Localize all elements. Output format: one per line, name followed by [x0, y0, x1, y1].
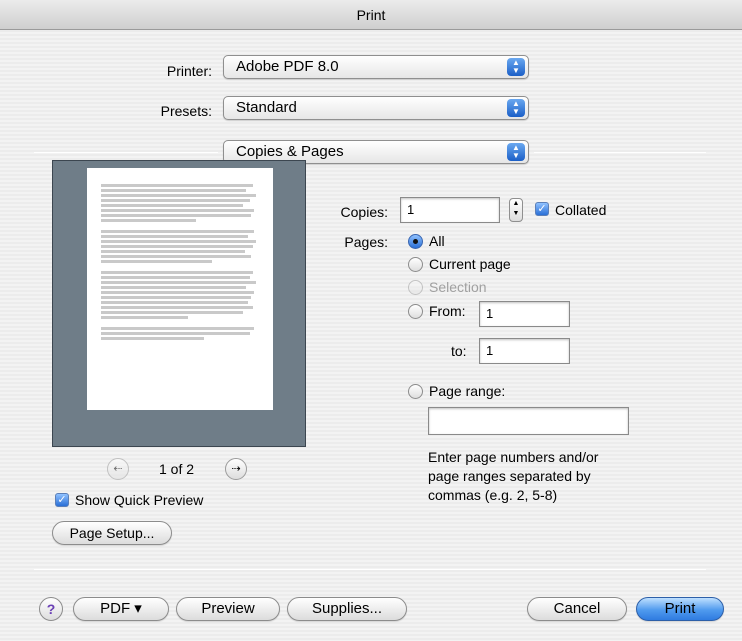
show-quick-preview-checkbox[interactable]: ✓: [55, 493, 69, 507]
next-page-button[interactable]: ⇢: [225, 458, 247, 480]
separator-right: [534, 152, 706, 153]
printer-popup[interactable]: Adobe PDF 8.0 ▲ ▼: [223, 55, 529, 79]
pages-to-label: to:: [451, 343, 467, 359]
pages-all-radio[interactable]: [408, 234, 423, 249]
presets-value: Standard: [236, 99, 297, 116]
copies-label: Copies:: [340, 204, 388, 220]
arrow-right-icon: ⇢: [231, 463, 241, 475]
preview-page: [87, 168, 273, 410]
page-preview: [52, 160, 306, 447]
copies-stepper[interactable]: ▲ ▼: [509, 198, 523, 222]
presets-popup[interactable]: Standard ▲ ▼: [223, 96, 529, 120]
pages-selection-label: Selection: [429, 279, 487, 295]
separator-left: [34, 152, 218, 153]
copies-field[interactable]: 1: [400, 197, 500, 223]
print-button[interactable]: Print: [636, 597, 724, 621]
to-page-field[interactable]: 1: [479, 338, 570, 364]
pages-range-label: Page range:: [429, 383, 506, 399]
window-title: Print: [356, 7, 386, 23]
popup-arrows-icon: ▲ ▼: [507, 143, 525, 161]
help-button[interactable]: ?: [39, 597, 63, 621]
previous-page-button[interactable]: ⇠: [107, 458, 129, 480]
pages-current-radio[interactable]: [408, 257, 423, 272]
help-icon: ?: [46, 601, 56, 617]
pages-all-label: All: [429, 233, 445, 249]
printer-label: Printer:: [166, 63, 212, 79]
from-page-field[interactable]: 1: [479, 301, 570, 327]
page-range-hint: Enter page numbers and/or page ranges se…: [428, 449, 599, 503]
preview-button[interactable]: Preview: [176, 597, 280, 621]
pdf-menu-button[interactable]: PDF ▾: [73, 597, 169, 621]
pages-label: Pages:: [344, 234, 388, 250]
cancel-button[interactable]: Cancel: [527, 597, 627, 621]
supplies-button[interactable]: Supplies...: [287, 597, 407, 621]
footer-separator: [34, 569, 706, 570]
collated-checkbox[interactable]: ✓: [535, 202, 549, 216]
panel-value: Copies & Pages: [236, 143, 344, 160]
pages-from-radio[interactable]: [408, 304, 423, 319]
pages-selection-radio[interactable]: [408, 280, 423, 295]
pages-current-label: Current page: [429, 256, 511, 272]
pages-from-label: From:: [429, 303, 466, 319]
presets-label: Presets:: [160, 103, 212, 119]
page-range-field[interactable]: [428, 407, 629, 435]
show-quick-preview-label: Show Quick Preview: [75, 492, 204, 508]
pages-range-radio[interactable]: [408, 384, 423, 399]
popup-arrows-icon: ▲ ▼: [507, 58, 525, 76]
page-indicator: 1 of 2: [159, 461, 195, 477]
collated-label: Collated: [555, 202, 607, 218]
window-title-bar: Print: [0, 0, 742, 30]
printer-value: Adobe PDF 8.0: [236, 58, 339, 75]
popup-arrows-icon: ▲ ▼: [507, 99, 525, 117]
page-setup-button[interactable]: Page Setup...: [52, 521, 172, 545]
arrow-left-icon: ⇠: [113, 463, 123, 475]
